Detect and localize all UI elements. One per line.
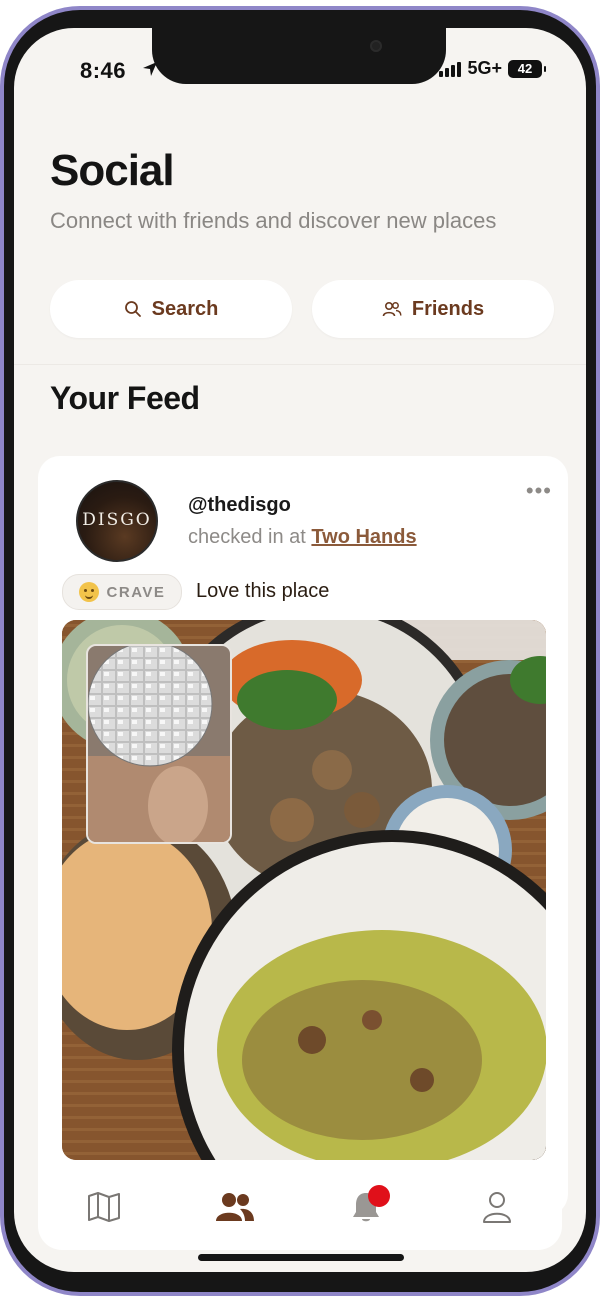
signal-icon (439, 61, 462, 77)
section-divider (14, 364, 586, 365)
map-icon (87, 1192, 120, 1222)
camera-icon (370, 40, 382, 52)
tab-notifications[interactable] (336, 1177, 396, 1237)
profile-icon (482, 1192, 511, 1223)
inset-photo[interactable] (86, 644, 232, 844)
feed-title: Your Feed (50, 380, 200, 416)
post-caption: Love this place (196, 580, 330, 602)
battery-level: 42 (517, 61, 533, 76)
place-link[interactable]: Two Hands (311, 526, 416, 548)
post-username[interactable]: @thedisgo (188, 494, 291, 517)
camera-notch (152, 28, 446, 84)
avatar-logo-text: DISGO (82, 510, 152, 530)
post-photo[interactable] (62, 620, 546, 1160)
friends-icon (382, 301, 402, 317)
friends-button[interactable]: Friends (312, 280, 554, 338)
search-label: Search (151, 297, 219, 320)
status-indicators: 5G+ 42 (439, 58, 546, 79)
friends-label: Friends (411, 297, 485, 320)
disco-ball-overlay (88, 646, 230, 842)
feed-post-card[interactable]: DISGO @thedisgo checked in at Two Hands … (38, 456, 568, 1216)
crave-badge: CRAVE (62, 574, 182, 610)
avatar[interactable]: DISGO (76, 480, 158, 562)
tab-friends[interactable] (205, 1177, 265, 1237)
checkin-prefix: checked in at (188, 526, 306, 548)
status-time: 8:46 (80, 58, 127, 83)
bottom-tab-bar (38, 1164, 562, 1250)
tab-map[interactable] (74, 1177, 134, 1237)
badge-label: CRAVE (106, 583, 166, 601)
more-options-icon[interactable]: ••• (526, 478, 552, 504)
network-label: 5G+ (467, 58, 502, 78)
home-indicator[interactable] (198, 1254, 404, 1261)
search-icon (124, 301, 141, 317)
friends-icon (215, 1193, 254, 1221)
tab-profile[interactable] (467, 1177, 527, 1237)
notification-dot (367, 1185, 390, 1207)
checkin-text: checked in at Two Hands (188, 526, 417, 549)
search-button[interactable]: Search (50, 280, 292, 338)
app-screen: 8:46 5G+ 42 Social Connect with friends … (14, 28, 586, 1272)
page-title: Social (50, 146, 175, 195)
battery-icon: 42 (508, 59, 546, 78)
page-subtitle: Connect with friends and discover new pl… (50, 208, 497, 233)
crave-emoji-icon (78, 582, 99, 602)
